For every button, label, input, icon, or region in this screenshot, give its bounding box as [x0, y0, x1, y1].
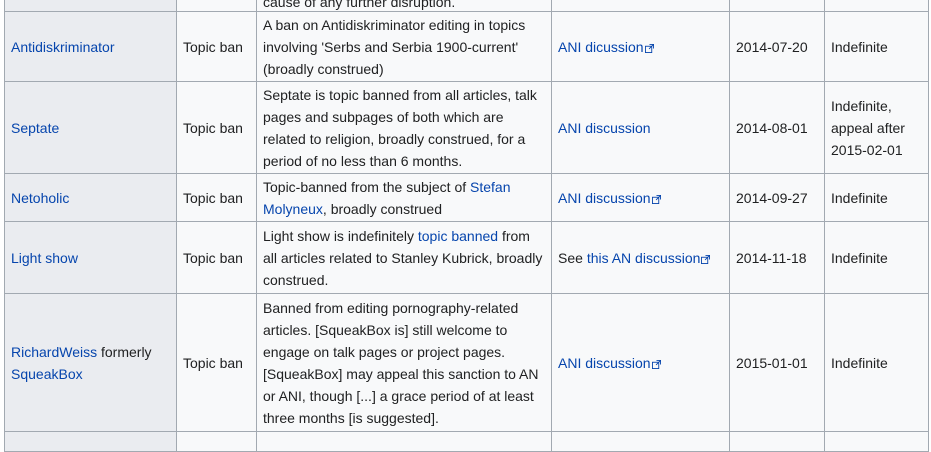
- user-link-septate[interactable]: Septate: [11, 120, 59, 136]
- expiry-line: appeal after: [831, 119, 905, 136]
- discussion-link[interactable]: this AN discussion: [586, 249, 711, 266]
- expiry-cell: Indefinite: [824, 293, 929, 432]
- user-cell: Antidiskriminator: [4, 11, 177, 82]
- table-row: Light show Topic ban Light show is indef…: [4, 221, 929, 294]
- details-text: Light show is indefinitely: [263, 227, 414, 244]
- user-link-antidiskriminator[interactable]: Antidiskriminator: [11, 39, 114, 55]
- discussion-cell: [551, 0, 730, 12]
- details-cell: Light show is indefinitely topic banned …: [256, 221, 552, 294]
- table-row: RichardWeiss formerly SqueakBox Topic ba…: [4, 293, 929, 432]
- sanction-cell: Topic ban: [176, 81, 257, 174]
- discussion-link[interactable]: ANI discussion: [558, 354, 661, 371]
- details-cell: Banned from editing pornography-related …: [256, 293, 552, 432]
- discussion-link-text: ANI dicussion: [558, 38, 644, 55]
- date-cell: 2014-07-20: [729, 11, 825, 82]
- discussion-link[interactable]: ANI dicussion: [558, 38, 654, 55]
- external-link-icon: [651, 359, 661, 369]
- user-link-netoholic[interactable]: Netoholic: [11, 190, 69, 206]
- expiry-cell: [824, 0, 929, 12]
- sanction-cell: Topic ban: [176, 221, 257, 294]
- date-cell: 2014-11-18: [729, 221, 825, 294]
- discussion-link-text: ANI discussion: [558, 354, 651, 371]
- user-formerly-text: formerly: [101, 343, 152, 360]
- details-text: , broadly construed: [322, 200, 442, 217]
- expiry-cell: [824, 431, 929, 452]
- discussion-link[interactable]: ANI discussion: [558, 189, 661, 206]
- user-cell: Septate: [4, 81, 177, 174]
- external-link-icon: [701, 254, 711, 264]
- user-link-squeakbox[interactable]: SqueakBox: [11, 366, 83, 382]
- table-row: Antidiskriminator Topic ban A ban on Ant…: [4, 11, 929, 82]
- discussion-cell: ANI discussion: [551, 173, 730, 222]
- table-row: Netoholic Topic ban Topic-banned from th…: [4, 173, 929, 222]
- details-text: cause of any further disruption.: [263, 0, 456, 10]
- editing-restrictions-table: cause of any further disruption. Antidis…: [4, 0, 929, 452]
- discussion-cell: [551, 431, 730, 452]
- sanction-cell: [176, 431, 257, 452]
- discussion-cell: ANI dicussion: [551, 11, 730, 82]
- expiry-cell: Indefinite: [824, 221, 929, 294]
- details-cell: [256, 431, 552, 452]
- discussion-prefix: See: [558, 249, 583, 266]
- details-cell: Topic-banned from the subject of Stefan …: [256, 173, 552, 222]
- details-text: Topic-banned from the subject of: [263, 178, 467, 195]
- discussion-link-text: this AN discussion: [586, 249, 701, 266]
- sanction-cell: Topic ban: [176, 11, 257, 82]
- topic-banned-link[interactable]: topic banned: [418, 228, 498, 244]
- user-cell: Light show: [4, 221, 177, 294]
- user-link-light-show[interactable]: Light show: [11, 250, 78, 266]
- external-link-icon: [651, 194, 661, 204]
- user-cell: [4, 0, 177, 12]
- discussion-link[interactable]: ANI discussion: [558, 120, 651, 136]
- discussion-link-text: ANI discussion: [558, 189, 651, 206]
- user-cell: Netoholic: [4, 173, 177, 222]
- table-row-partial: [4, 431, 929, 452]
- date-cell: 2015-01-01: [729, 293, 825, 432]
- details-cell: cause of any further disruption.: [256, 0, 552, 12]
- expiry-cell: Indefinite: [824, 11, 929, 82]
- details-cell: A ban on Antidiskriminator editing in to…: [256, 11, 552, 82]
- discussion-cell: See this AN discussion: [551, 221, 730, 294]
- date-cell: [729, 431, 825, 452]
- sanction-cell: [176, 0, 257, 12]
- date-cell: 2014-09-27: [729, 173, 825, 222]
- discussion-cell: ANI discussion: [551, 293, 730, 432]
- sanction-cell: Topic ban: [176, 173, 257, 222]
- date-cell: [729, 0, 825, 12]
- details-cell: Septate is topic banned from all article…: [256, 81, 552, 174]
- table-row-partial: cause of any further disruption.: [4, 0, 929, 12]
- discussion-cell: ANI discussion: [551, 81, 730, 174]
- expiry-cell: Indefinite: [824, 173, 929, 222]
- expiry-line: 2015-02-01: [831, 141, 903, 158]
- sanction-cell: Topic ban: [176, 293, 257, 432]
- external-link-icon: [644, 43, 654, 53]
- expiry-cell: Indefinite, appeal after 2015-02-01: [824, 81, 929, 174]
- user-cell: [4, 431, 177, 452]
- expiry-line: Indefinite,: [831, 97, 892, 114]
- user-link-richardweiss[interactable]: RichardWeiss: [11, 344, 97, 360]
- date-cell: 2014-08-01: [729, 81, 825, 174]
- table-row: Septate Topic ban Septate is topic banne…: [4, 81, 929, 174]
- user-cell: RichardWeiss formerly SqueakBox: [4, 293, 177, 432]
